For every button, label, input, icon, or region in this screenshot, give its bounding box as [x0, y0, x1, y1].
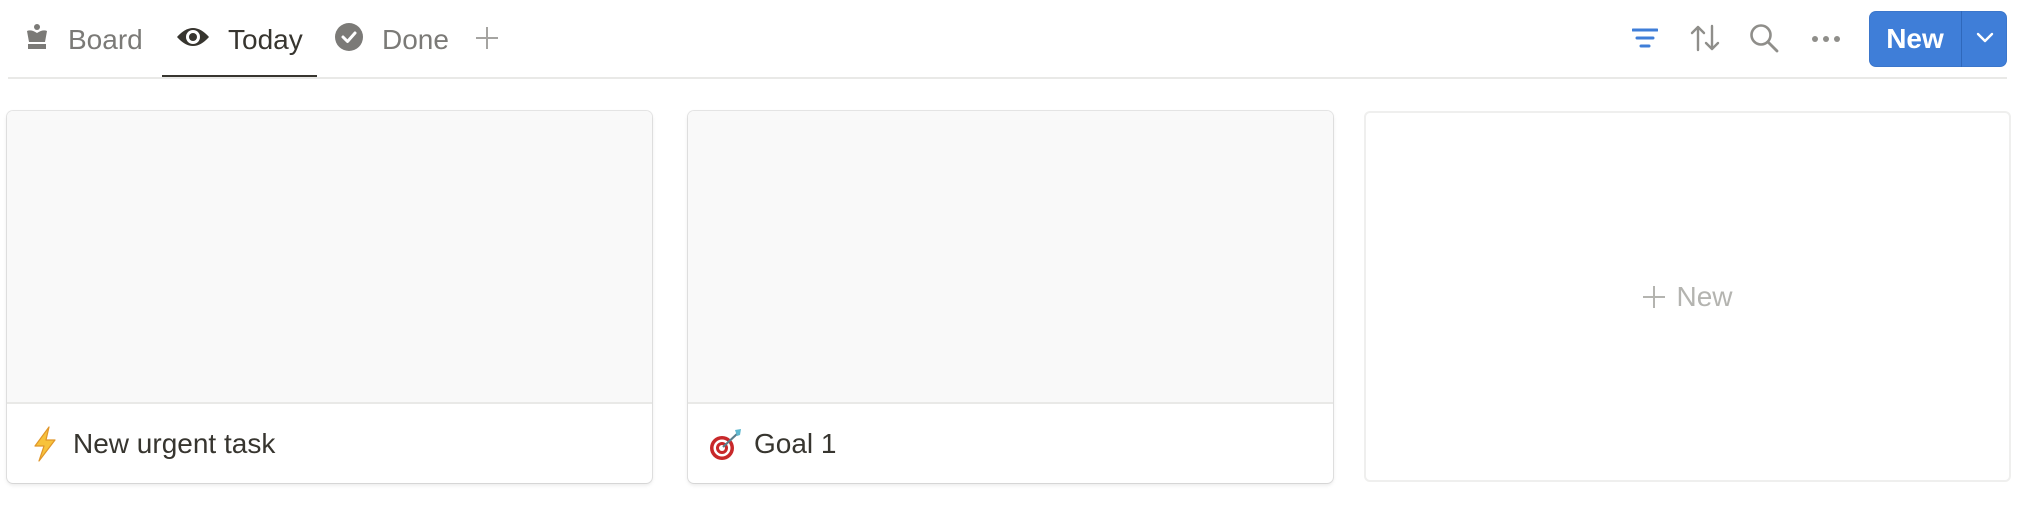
- filter-icon: [1631, 26, 1659, 55]
- lightning-icon: [27, 425, 63, 462]
- card-title: Goal 1: [754, 427, 837, 459]
- tab-label: Board: [68, 24, 143, 55]
- card-cover: [688, 111, 1333, 404]
- new-card-button[interactable]: New: [1364, 111, 2011, 482]
- card-title: New urgent task: [73, 427, 276, 459]
- tab-done[interactable]: Done: [334, 18, 449, 62]
- card-title-row: New urgent task: [7, 404, 652, 483]
- new-button-group: New: [1869, 11, 2007, 67]
- target-icon: [708, 426, 744, 462]
- filter-button[interactable]: [1627, 22, 1663, 58]
- tab-board[interactable]: Board: [24, 18, 143, 62]
- gallery-card[interactable]: Goal 1: [688, 111, 1333, 483]
- crown-icon: [24, 23, 50, 58]
- more-icon: [1811, 31, 1841, 49]
- card-title-row: Goal 1: [688, 404, 1333, 483]
- header-divider: [8, 77, 2007, 79]
- eye-icon: [176, 24, 210, 56]
- search-button[interactable]: [1746, 22, 1782, 58]
- tab-label: Done: [382, 24, 449, 55]
- card-cover: [7, 111, 652, 404]
- more-button[interactable]: [1808, 22, 1844, 58]
- sort-button[interactable]: [1687, 22, 1723, 58]
- add-view-button[interactable]: [470, 18, 504, 62]
- check-circle-icon: [334, 22, 364, 59]
- plus-icon: [1642, 285, 1666, 309]
- search-icon: [1749, 23, 1779, 58]
- gallery-card[interactable]: New urgent task: [7, 111, 652, 483]
- new-menu-button[interactable]: [1962, 11, 2007, 67]
- sort-icon: [1690, 24, 1720, 57]
- new-card-label: New: [1676, 280, 1733, 312]
- tab-label: Today: [228, 24, 303, 55]
- chevron-down-icon: [1976, 30, 1994, 48]
- tab-today[interactable]: Today: [176, 18, 303, 62]
- new-button[interactable]: New: [1869, 11, 1961, 67]
- plus-icon: [475, 26, 499, 55]
